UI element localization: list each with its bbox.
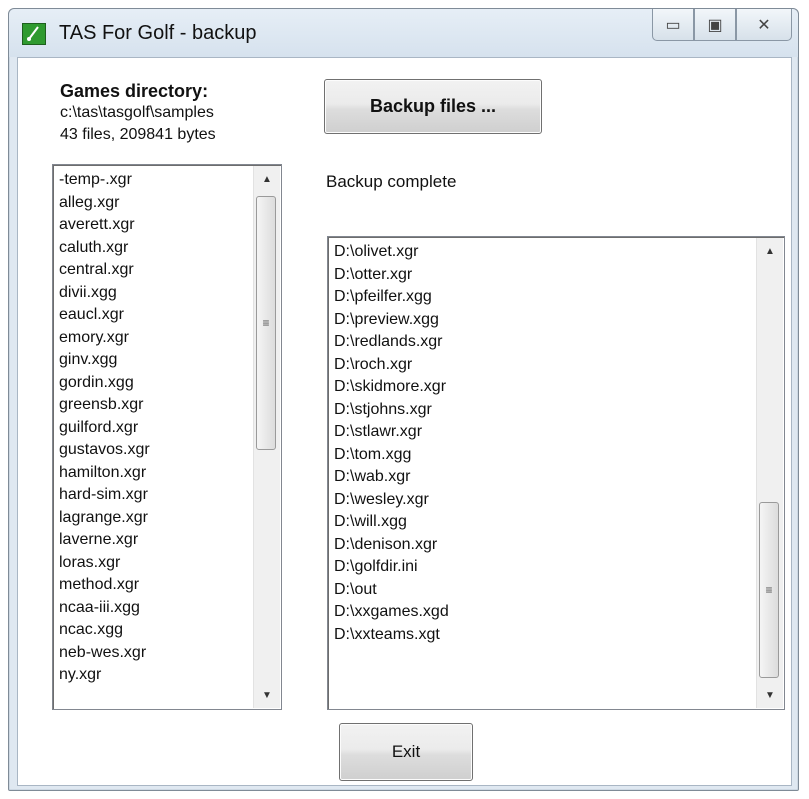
- games-file-item[interactable]: central.xgr: [59, 259, 150, 282]
- scroll-down-icon[interactable]: ▼: [254, 682, 280, 708]
- games-file-item[interactable]: greensb.xgr: [59, 394, 150, 417]
- scroll-up-icon[interactable]: ▲: [757, 238, 783, 264]
- games-file-item[interactable]: -temp-.xgr: [59, 169, 150, 192]
- scroll-up-icon[interactable]: ▲: [254, 166, 280, 192]
- backup-log-item[interactable]: D:\olivet.xgr: [334, 241, 449, 264]
- games-file-item[interactable]: gordin.xgg: [59, 372, 150, 395]
- games-file-item[interactable]: method.xgr: [59, 574, 150, 597]
- log-list-scrollbar[interactable]: ▲ ≡ ▼: [756, 238, 783, 708]
- backup-log-item[interactable]: D:\xxteams.xgt: [334, 624, 449, 647]
- games-file-item[interactable]: ncaa-iii.xgg: [59, 597, 150, 620]
- games-file-item[interactable]: gustavos.xgr: [59, 439, 150, 462]
- backup-log-item[interactable]: D:\pfeilfer.xgg: [334, 286, 449, 309]
- backup-log-item[interactable]: D:\preview.xgg: [334, 309, 449, 332]
- games-file-item[interactable]: loras.xgr: [59, 552, 150, 575]
- scroll-down-icon[interactable]: ▼: [757, 682, 783, 708]
- backup-log-item[interactable]: D:\xxgames.xgd: [334, 601, 449, 624]
- title-bar[interactable]: TAS For Golf - backup ▭ ▣ ✕: [9, 9, 798, 57]
- caption-buttons: ▭ ▣ ✕: [652, 9, 792, 43]
- backup-log-item[interactable]: D:\wesley.xgr: [334, 489, 449, 512]
- games-file-list[interactable]: -temp-.xgr alleg.xgr averett.xgr caluth.xgr…: [52, 164, 282, 710]
- backup-log-item[interactable]: D:\golfdir.ini: [334, 556, 449, 579]
- games-file-item[interactable]: caluth.xgr: [59, 237, 150, 260]
- backup-log-items: D:\olivet.xgr D:\otter.xgr D:\pfeilfer.xgg…: [334, 241, 449, 646]
- backup-files-button[interactable]: Backup files ...: [324, 79, 542, 134]
- games-file-item[interactable]: hard-sim.xgr: [59, 484, 150, 507]
- exit-button[interactable]: Exit: [339, 723, 473, 781]
- maximize-icon: ▣: [707, 16, 723, 34]
- games-file-item[interactable]: eaucl.xgr: [59, 304, 150, 327]
- games-file-item[interactable]: hamilton.xgr: [59, 462, 150, 485]
- minimize-icon: ▭: [665, 16, 681, 34]
- grip-icon: ≡: [765, 583, 773, 597]
- close-button[interactable]: ✕: [736, 9, 792, 41]
- backup-log-item[interactable]: D:\out: [334, 579, 449, 602]
- backup-log-item[interactable]: D:\roch.xgr: [334, 354, 449, 377]
- backup-log-item[interactable]: D:\will.xgg: [334, 511, 449, 534]
- games-file-item[interactable]: averett.xgr: [59, 214, 150, 237]
- minimize-button[interactable]: ▭: [652, 9, 694, 41]
- games-file-item[interactable]: ginv.xgg: [59, 349, 150, 372]
- scroll-thumb[interactable]: ≡: [256, 196, 276, 450]
- backup-log-item[interactable]: D:\stjohns.xgr: [334, 399, 449, 422]
- close-icon: ✕: [757, 16, 771, 34]
- games-file-item[interactable]: ny.xgr: [59, 664, 150, 687]
- app-window: TAS For Golf - backup ▭ ▣ ✕ Games direct…: [8, 8, 799, 791]
- grip-icon: ≡: [262, 316, 270, 330]
- scroll-thumb[interactable]: ≡: [759, 502, 779, 678]
- games-file-item[interactable]: emory.xgr: [59, 327, 150, 350]
- games-directory-summary: 43 files, 209841 bytes: [60, 126, 216, 143]
- games-file-item[interactable]: divii.xgg: [59, 282, 150, 305]
- games-file-item[interactable]: neb-wes.xgr: [59, 642, 150, 665]
- games-file-item[interactable]: alleg.xgr: [59, 192, 150, 215]
- games-directory-path: c:\tas\tasgolf\samples: [60, 104, 214, 121]
- dialog-body: Games directory: c:\tas\tasgolf\samples …: [17, 57, 792, 786]
- golf-app-icon: [22, 23, 46, 45]
- games-list-scrollbar[interactable]: ▲ ≡ ▼: [253, 166, 280, 708]
- backup-log-item[interactable]: D:\wab.xgr: [334, 466, 449, 489]
- backup-log-item[interactable]: D:\stlawr.xgr: [334, 421, 449, 444]
- backup-status-text: Backup complete: [326, 172, 457, 191]
- backup-log-item[interactable]: D:\skidmore.xgr: [334, 376, 449, 399]
- backup-log-item[interactable]: D:\tom.xgg: [334, 444, 449, 467]
- backup-log-item[interactable]: D:\denison.xgr: [334, 534, 449, 557]
- maximize-button[interactable]: ▣: [694, 9, 736, 41]
- backup-log-item[interactable]: D:\otter.xgr: [334, 264, 449, 287]
- games-file-item[interactable]: laverne.xgr: [59, 529, 150, 552]
- games-file-item[interactable]: guilford.xgr: [59, 417, 150, 440]
- backup-log-item[interactable]: D:\redlands.xgr: [334, 331, 449, 354]
- backup-log-list[interactable]: D:\olivet.xgr D:\otter.xgr D:\pfeilfer.xgg…: [327, 236, 785, 710]
- window-title: TAS For Golf - backup: [59, 22, 257, 44]
- games-file-item[interactable]: ncac.xgg: [59, 619, 150, 642]
- games-directory-heading: Games directory:: [60, 81, 209, 101]
- games-file-items: -temp-.xgr alleg.xgr averett.xgr caluth.xgr…: [59, 169, 150, 687]
- games-file-item[interactable]: lagrange.xgr: [59, 507, 150, 530]
